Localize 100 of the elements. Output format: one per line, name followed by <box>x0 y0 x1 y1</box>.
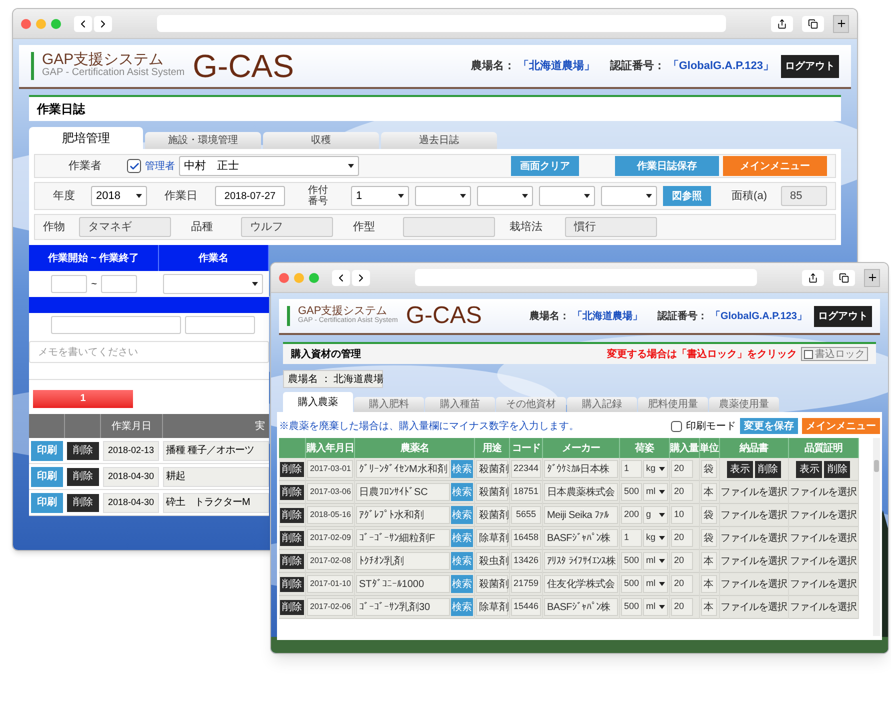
unit-field: 袋 <box>700 529 716 547</box>
logo: G-CAS <box>192 50 294 82</box>
work-content-field: 砕土 トラクターM <box>163 492 269 512</box>
name-field: ｺﾞｰｺﾞｰｻﾝ細粒剤F <box>356 529 450 547</box>
quantity-field: 20 <box>671 575 693 593</box>
file-select-button[interactable]: ファイルを選択 <box>720 484 787 500</box>
select-field[interactable]: 中村 正士 <box>179 156 359 176</box>
view-button[interactable]: 表示 <box>726 460 753 478</box>
quantity-field: 20 <box>671 460 693 478</box>
checkbox-label: 管理者 <box>145 160 175 174</box>
use-field: 殺菌剤 <box>476 483 508 501</box>
delete-button[interactable]: 削除 <box>280 554 304 568</box>
code-field: 18751 <box>511 483 541 501</box>
date-field[interactable]: 2018-07-27 <box>215 186 285 206</box>
code-field: 16458 <box>511 529 541 547</box>
file-select-button[interactable]: ファイルを選択 <box>720 600 787 614</box>
amount-field: 1 <box>621 460 642 478</box>
tab[interactable]: その他資材 <box>496 397 566 412</box>
readonly-field: タマネギ <box>79 217 171 237</box>
maker-field: 住友化学株式会 <box>544 575 618 593</box>
farm-name: 「北海道農場」 <box>572 310 642 324</box>
delete-button[interactable]: 削除 <box>280 576 304 592</box>
tab[interactable]: 農薬使用量 <box>709 397 779 412</box>
delete-button[interactable]: 削除 <box>754 460 781 478</box>
code-field: 21759 <box>511 575 541 593</box>
code-field: 13426 <box>511 552 541 570</box>
unit-select[interactable]: ml <box>643 598 668 616</box>
amount-field: 1 <box>621 529 642 547</box>
tab[interactable]: 購入記録 <box>567 397 637 412</box>
delete-button[interactable]: 削除 <box>280 462 304 476</box>
file-select-button[interactable]: ファイルを選択 <box>790 484 856 500</box>
delete-button[interactable]: 削除 <box>280 600 304 614</box>
date-field: 2018-04-30 <box>103 466 159 486</box>
logout-button[interactable]: ログアウト <box>814 306 872 326</box>
readonly-field: ウルフ <box>241 217 333 237</box>
view-button[interactable]: 表示 <box>796 460 822 478</box>
date-field: 2018-04-30 <box>103 492 159 512</box>
logo: G-CAS <box>406 304 482 328</box>
unit-select[interactable]: kg <box>643 460 668 478</box>
unit-select[interactable]: ml <box>643 552 668 570</box>
year-label: 年度 <box>52 188 76 204</box>
tab[interactable]: 施設・環境管理 <box>145 132 261 149</box>
file-select-button[interactable]: ファイルを選択 <box>790 600 856 614</box>
delete-button[interactable]: 削除 <box>280 484 304 500</box>
tab[interactable]: 購入種苗 <box>425 397 495 412</box>
field-label: 作型 <box>352 220 376 235</box>
unit-select[interactable]: g <box>643 506 668 524</box>
tab[interactable]: 購入農薬 <box>283 392 353 412</box>
column-header: 実 <box>254 420 266 434</box>
file-select-button[interactable]: ファイルを選択 <box>790 576 856 592</box>
system-subtitle: GAP - Certification Asist System <box>42 67 185 80</box>
file-select-button[interactable]: ファイルを選択 <box>720 530 787 546</box>
unit-field: 本 <box>700 552 716 570</box>
tab[interactable]: 肥培管理 <box>29 127 143 149</box>
unit-select[interactable]: ml <box>643 575 668 593</box>
amount-field: 500 <box>621 552 642 570</box>
date-field: 2017-02-08 <box>307 552 353 570</box>
column-header: 作業開始 ~ 作業終了 <box>29 245 159 271</box>
maker-field: BASFｼﾞｬﾊﾟﾝ株 <box>544 529 618 547</box>
select-field[interactable]: 2018 <box>91 186 147 206</box>
column-header: 作業名 <box>159 245 269 271</box>
name-field: STﾀﾞｺﾆｰﾙ1000 <box>356 575 450 593</box>
tab[interactable]: 購入肥料 <box>354 397 424 412</box>
select-field[interactable]: 1 <box>351 186 409 206</box>
tab[interactable]: 収穫 <box>263 132 379 149</box>
unit-field: 袋 <box>700 460 716 478</box>
file-select-button[interactable]: ファイルを選択 <box>720 554 787 568</box>
maker-field: BASFｼﾞｬﾊﾟﾝ株 <box>544 598 618 616</box>
lock-button[interactable]: 書込ロック <box>801 347 868 361</box>
unit-select[interactable]: kg <box>643 529 668 547</box>
file-select-button[interactable]: ファイルを選択 <box>720 576 787 592</box>
unit-select[interactable]: ml <box>643 483 668 501</box>
unit-field: 本 <box>700 598 716 616</box>
date-field: 2017-01-10 <box>307 575 353 593</box>
unit-field: 本 <box>700 575 716 593</box>
delete-button[interactable]: 削除 <box>67 468 99 486</box>
tab[interactable]: 肥料使用量 <box>638 397 708 412</box>
file-select-button[interactable]: ファイルを選択 <box>790 554 856 568</box>
file-select-button[interactable]: ファイルを選択 <box>790 508 856 522</box>
delete-button[interactable]: 削除 <box>280 530 304 546</box>
file-select-button[interactable]: ファイルを選択 <box>720 508 787 522</box>
use-field: 殺菌剤 <box>476 460 508 478</box>
name-field: 日農ﾌﾛﾝｻｲﾄﾞSC <box>356 483 450 501</box>
date-field: 2017-03-06 <box>307 483 353 501</box>
maker-field: 日本農薬株式会 <box>544 483 618 501</box>
unit-field: 本 <box>700 483 716 501</box>
area-label: 面積(a) <box>732 188 767 204</box>
field-label: 栽培法 <box>508 220 544 235</box>
file-select-button[interactable]: ファイルを選択 <box>790 530 856 546</box>
delete-button[interactable]: 削除 <box>67 494 99 512</box>
delete-button[interactable]: 削除 <box>67 442 99 460</box>
maker-field: ﾀﾞｳｹﾐｶﾙ日本株 <box>544 460 618 478</box>
logout-button[interactable]: ログアウト <box>781 54 839 78</box>
tab[interactable]: 過去日誌 <box>381 132 497 149</box>
delete-button[interactable]: 削除 <box>280 508 304 522</box>
page-title: 作業日誌 <box>37 101 85 118</box>
code-field: 5655 <box>511 506 541 524</box>
use-field: 殺菌剤 <box>476 575 508 593</box>
worker-label: 作業者 <box>68 158 102 174</box>
delete-button[interactable]: 削除 <box>824 460 850 478</box>
